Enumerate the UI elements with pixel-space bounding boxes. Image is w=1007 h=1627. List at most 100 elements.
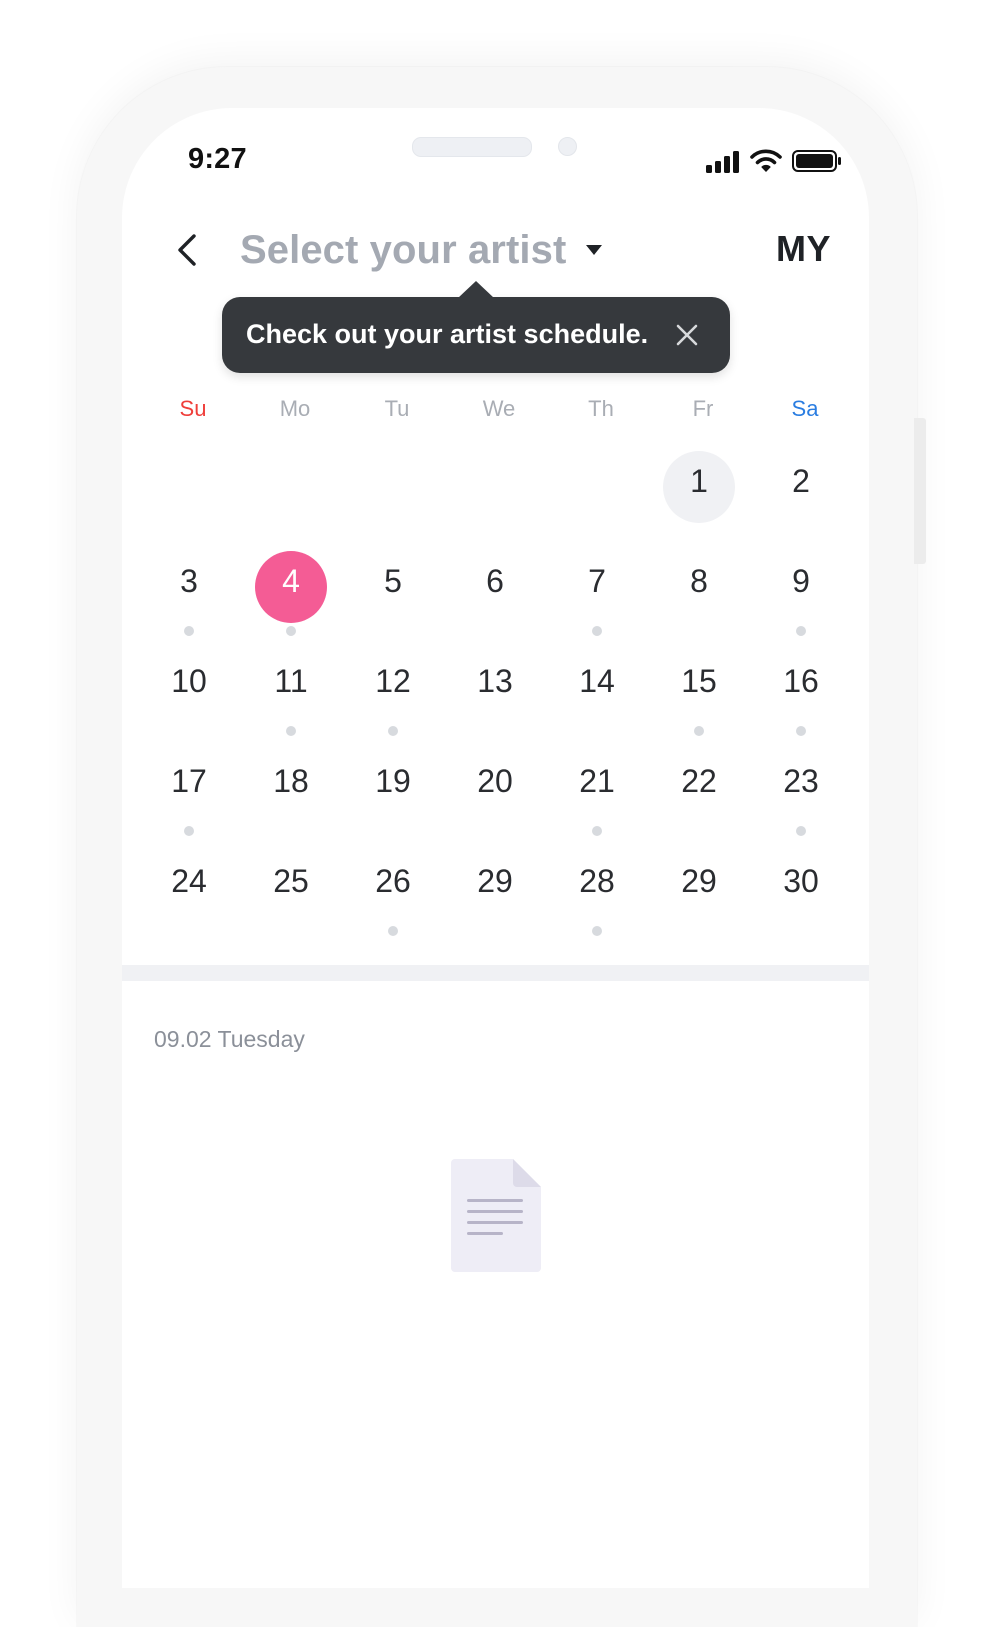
event-dot: [184, 826, 194, 836]
day-number: 17: [171, 763, 207, 799]
schedule-date-heading: 09.02 Tuesday: [154, 1026, 305, 1052]
event-dot: [388, 926, 398, 936]
weekday-sunday: Su: [179, 396, 207, 421]
front-camera: [558, 137, 577, 156]
day-number: 29: [681, 863, 717, 899]
back-chevron-icon[interactable]: [170, 232, 206, 268]
weekday-tuesday: Tu: [384, 396, 410, 421]
phone-side-button: [914, 418, 926, 564]
event-dot: [286, 726, 296, 736]
tooltip-text: Check out your artist schedule.: [246, 319, 649, 349]
caret-down-icon: [586, 245, 603, 255]
event-dot: [592, 926, 602, 936]
weekday-saturday: Sa: [791, 396, 819, 421]
calendar-day[interactable]: 6: [444, 540, 546, 640]
calendar-grid: 1 2 3 4 5 6 7 8 9 10 11 12 13 14 15 16 17 18 19 20 21 22 23 24 2…: [138, 440, 852, 940]
event-dot: [592, 626, 602, 636]
event-dot: [286, 626, 296, 636]
calendar-day[interactable]: 12: [342, 640, 444, 740]
tooltip-arrow: [458, 281, 494, 298]
battery-icon: [792, 150, 841, 172]
calendar-day[interactable]: 11: [240, 640, 342, 740]
section-divider: [122, 965, 869, 981]
artist-selector-label: Select your artist: [240, 227, 567, 272]
day-number: 25: [273, 863, 309, 899]
day-number: 8: [690, 563, 708, 599]
calendar-day[interactable]: 29: [648, 840, 750, 940]
day-number: 24: [171, 863, 207, 899]
calendar-day[interactable]: 20: [444, 740, 546, 840]
my-button[interactable]: MY: [776, 228, 831, 270]
calendar-day[interactable]: 8: [648, 540, 750, 640]
day-number: 13: [477, 663, 513, 699]
artist-selector[interactable]: Select your artist: [240, 226, 603, 274]
day-number: 11: [274, 663, 308, 699]
event-dot: [694, 726, 704, 736]
day-number: 28: [579, 863, 615, 899]
calendar-day[interactable]: 21: [546, 740, 648, 840]
calendar-day[interactable]: 3: [138, 540, 240, 640]
calendar-day[interactable]: 23: [750, 740, 852, 840]
calendar-day[interactable]: 5: [342, 540, 444, 640]
calendar-empty-cell: [138, 440, 240, 540]
close-icon[interactable]: [674, 322, 700, 348]
calendar-day[interactable]: 4: [240, 540, 342, 640]
calendar-day[interactable]: 30: [750, 840, 852, 940]
artist-schedule-tooltip: Check out your artist schedule.: [222, 281, 730, 373]
day-number: 7: [588, 563, 606, 599]
day-number: 22: [681, 763, 717, 799]
calendar-day[interactable]: 14: [546, 640, 648, 740]
calendar-day[interactable]: 16: [750, 640, 852, 740]
day-number: 20: [477, 763, 513, 799]
event-dot: [796, 626, 806, 636]
calendar-day[interactable]: 1: [648, 440, 750, 540]
wifi-icon: [750, 149, 782, 172]
day-number: 23: [783, 763, 819, 799]
event-dot: [592, 826, 602, 836]
weekday-thursday: Th: [588, 396, 614, 421]
day-number: 26: [375, 863, 411, 899]
calendar-day[interactable]: 9: [750, 540, 852, 640]
calendar-day[interactable]: 17: [138, 740, 240, 840]
day-number: 29: [477, 863, 513, 899]
day-number: 12: [375, 663, 411, 699]
calendar-day[interactable]: 25: [240, 840, 342, 940]
calendar-empty-cell: [342, 440, 444, 540]
day-number: 3: [180, 563, 198, 599]
calendar-day[interactable]: 7: [546, 540, 648, 640]
event-dot: [796, 726, 806, 736]
document-icon: [451, 1159, 541, 1272]
calendar-day[interactable]: 15: [648, 640, 750, 740]
day-number: 19: [375, 763, 411, 799]
day-number: 16: [783, 663, 819, 699]
event-dot: [796, 826, 806, 836]
calendar-empty-cell: [444, 440, 546, 540]
day-number: 5: [384, 563, 402, 599]
day-number: 21: [579, 763, 615, 799]
calendar-day[interactable]: 18: [240, 740, 342, 840]
calendar-day[interactable]: 28: [546, 840, 648, 940]
calendar-day[interactable]: 26: [342, 840, 444, 940]
app-screen: 9:27 Select your artist MY Check out you…: [122, 108, 869, 1588]
day-number: 30: [783, 863, 819, 899]
weekday-monday: Mo: [279, 396, 311, 421]
weekday-wednesday: We: [482, 396, 516, 421]
calendar-day[interactable]: 19: [342, 740, 444, 840]
event-dot: [388, 726, 398, 736]
day-number: 2: [792, 463, 810, 499]
signal-icon: [706, 151, 739, 173]
calendar-day[interactable]: 13: [444, 640, 546, 740]
calendar-day[interactable]: 24: [138, 840, 240, 940]
day-number: 18: [273, 763, 309, 799]
speaker-grille: [412, 137, 532, 157]
status-time: 9:27: [188, 143, 247, 175]
calendar-day[interactable]: 2: [750, 440, 852, 540]
calendar-empty-cell: [240, 440, 342, 540]
calendar-day[interactable]: 22: [648, 740, 750, 840]
calendar-day[interactable]: 29: [444, 840, 546, 940]
day-number: 10: [171, 663, 207, 699]
day-number: 15: [681, 663, 717, 699]
day-number: 9: [792, 563, 810, 599]
calendar-day[interactable]: 10: [138, 640, 240, 740]
weekday-header: Su Mo Tu We Th Fr Sa: [142, 396, 856, 426]
